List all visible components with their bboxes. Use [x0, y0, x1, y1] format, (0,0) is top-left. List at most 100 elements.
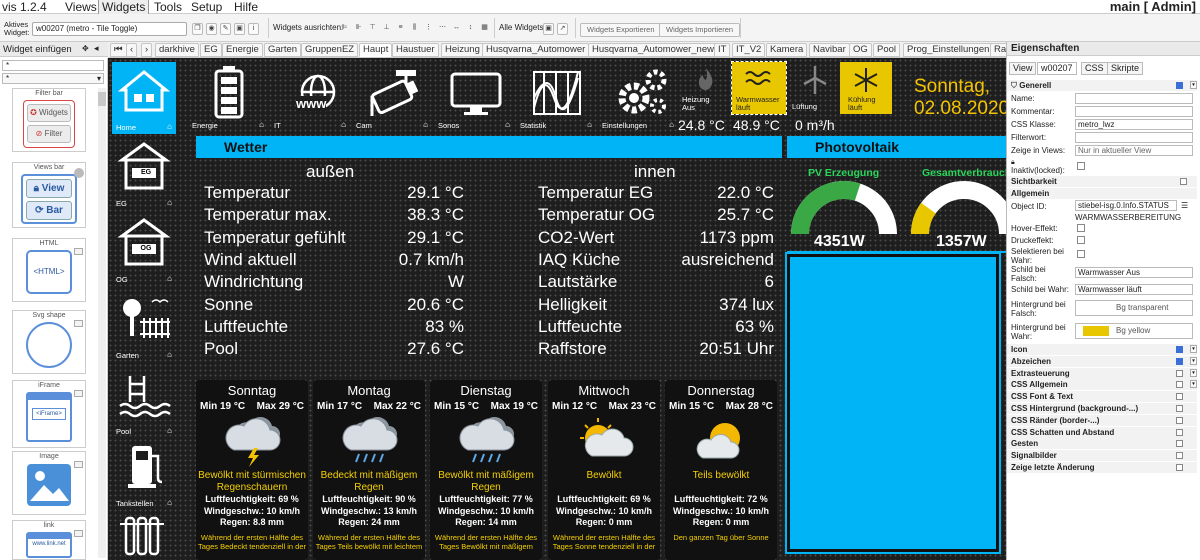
align-hcenter-icon[interactable]: ⫼: [409, 23, 420, 35]
section-generell[interactable]: ⛉ Generell ▾: [1007, 80, 1197, 91]
tab-it-v2[interactable]: IT_V2: [732, 43, 766, 57]
chevron-down-icon[interactable]: ▾: [1190, 345, 1197, 353]
lock-icon[interactable]: ▣: [234, 23, 245, 35]
section-checkbox[interactable]: [1176, 393, 1183, 401]
nav-pool[interactable]: Pool ⌂: [112, 366, 176, 438]
tab-husqvarna-automower-new[interactable]: Husqvarna_Automower_new: [588, 43, 718, 57]
tabs-first-icon[interactable]: ⏮: [110, 43, 127, 57]
tab-navibar[interactable]: Navibar: [809, 43, 850, 57]
palette-item-views-bar[interactable]: Views bar 🔒︎ View ⟳ Bar: [12, 162, 86, 228]
tab-og[interactable]: OG: [849, 43, 872, 57]
pin-icon[interactable]: ✥: [82, 44, 89, 53]
prop-section[interactable]: Signalbilder: [1007, 450, 1197, 462]
section-checkbox[interactable]: [1176, 416, 1183, 424]
align-bottom-icon[interactable]: ⊥: [381, 23, 392, 35]
menu-hilfe[interactable]: Hilfe: [231, 0, 261, 14]
tab-darkhive[interactable]: darkhive: [155, 43, 199, 57]
prop-tab-css[interactable]: CSS: [1081, 62, 1108, 75]
lock-all-icon[interactable]: ▣: [543, 23, 554, 35]
section-allgemein[interactable]: Allgemein: [1007, 188, 1197, 199]
schild-wahr-input[interactable]: Warmwasser läuft: [1075, 284, 1193, 295]
section-checkbox[interactable]: [1176, 440, 1183, 448]
tabs-next-icon[interactable]: ›: [141, 43, 153, 57]
druck-checkbox[interactable]: [1077, 236, 1085, 244]
prop-section[interactable]: Zeige letzte Änderung: [1007, 462, 1197, 473]
nav-tankstellen[interactable]: Tankstellen ⌂: [112, 438, 176, 510]
nav-heating[interactable]: [112, 506, 176, 560]
unlock-all-icon[interactable]: ↗: [557, 23, 568, 35]
palette-scrollbar[interactable]: [98, 88, 106, 558]
tile-warmwasser[interactable]: Warmwasser läuft: [731, 61, 787, 115]
menu-widgets[interactable]: Widgets: [98, 0, 150, 15]
active-widget-select[interactable]: w00207 (metro - Tile Toggle): [32, 22, 187, 36]
section-checkbox[interactable]: [1176, 428, 1183, 436]
prop-section[interactable]: CSS Schatten und Abstand: [1007, 426, 1197, 438]
comment-input[interactable]: [1075, 106, 1193, 117]
tile-it[interactable]: www IT ⌂: [270, 62, 350, 132]
nav-home[interactable]: Home ⌂: [112, 62, 176, 134]
palette-search-input[interactable]: *: [2, 60, 104, 71]
tab-eg[interactable]: EG: [200, 43, 222, 57]
section-checkbox[interactable]: [1176, 452, 1183, 460]
distribute-h-icon[interactable]: ⋮: [423, 23, 434, 35]
tab-prog-einstellungen[interactable]: Prog_Einstellungen: [903, 43, 994, 57]
tile-statistik[interactable]: Statistik ⌂: [516, 62, 596, 132]
tile-heizung[interactable]: Heizung Aus: [680, 62, 732, 114]
grid-icon[interactable]: ▦: [479, 23, 490, 35]
section-checkbox[interactable]: [1176, 381, 1183, 389]
blue-panel[interactable]: [785, 252, 1001, 554]
tab-garten[interactable]: Garten: [264, 43, 302, 57]
align-top-icon[interactable]: ⊤: [367, 23, 378, 35]
palette-item-iframe[interactable]: iFrame <iFrame>: [12, 380, 86, 448]
schild-falsch-input[interactable]: Warmwasser Aus: [1075, 267, 1193, 278]
same-width-icon[interactable]: ↔: [451, 23, 462, 35]
prop-section[interactable]: CSS Hintergrund (background-...): [1007, 403, 1197, 414]
palette-item-filter-bar[interactable]: Filter bar ✪ Widgets ⊘ Filter: [12, 88, 86, 152]
tab-husqvarna-automower[interactable]: Husqvarna_Automower: [482, 43, 590, 57]
tab-heizung[interactable]: Heizung: [441, 43, 484, 57]
prop-section[interactable]: Abzeichen ▾: [1007, 355, 1197, 367]
prop-section[interactable]: Icon ▾: [1007, 344, 1197, 355]
tab-pool[interactable]: Pool: [873, 43, 901, 57]
same-height-icon[interactable]: ↕: [465, 23, 476, 35]
prop-tab-widget[interactable]: w00207: [1037, 62, 1077, 75]
align-vcenter-icon[interactable]: ≡: [395, 23, 406, 35]
palette-item-image[interactable]: Image: [12, 451, 86, 515]
section-checkbox[interactable]: [1176, 464, 1183, 471]
eye-icon[interactable]: ◉: [206, 23, 217, 35]
section-checkbox[interactable]: [1176, 405, 1183, 412]
collapse-icon[interactable]: ◂: [94, 43, 99, 54]
prop-section[interactable]: CSS Ränder (border-...): [1007, 414, 1197, 426]
import-widgets-button[interactable]: Widgets Importieren: [659, 23, 741, 37]
menu-setup[interactable]: Setup: [188, 0, 225, 14]
chevron-down-icon[interactable]: ▾: [1190, 356, 1197, 365]
palette-item-svg-shape[interactable]: Svg shape: [12, 310, 86, 374]
menu-views[interactable]: Views: [62, 0, 100, 14]
section-checkbox[interactable]: [1176, 357, 1183, 365]
filter-input[interactable]: [1075, 132, 1193, 143]
prop-section[interactable]: CSS Font & Text: [1007, 391, 1197, 403]
prop-tab-skripte[interactable]: Skripte: [1107, 62, 1144, 75]
cssclass-input[interactable]: metro_lwz: [1075, 119, 1193, 130]
menu-tools[interactable]: Tools: [151, 0, 185, 14]
palette-item-html[interactable]: HTML <HTML>: [12, 238, 86, 302]
edit-icon[interactable]: ✎: [220, 23, 231, 35]
tab-kamera[interactable]: Kamera: [766, 43, 808, 57]
tile-einstellungen[interactable]: Einstellungen ⌂: [598, 62, 678, 132]
section-checkbox[interactable]: [1176, 369, 1183, 377]
section-checkbox[interactable]: [1176, 346, 1183, 353]
tabs-prev-icon[interactable]: ‹: [126, 43, 138, 57]
tile-cam[interactable]: Cam ⌂: [352, 62, 432, 132]
list-icon[interactable]: ☰: [1181, 201, 1188, 210]
tab-it[interactable]: IT: [714, 43, 731, 57]
tab-gruppenez[interactable]: GruppenEZ: [301, 43, 359, 57]
chevron-down-icon[interactable]: ▾: [1190, 380, 1197, 389]
palette-filter-select[interactable]: * ▾: [2, 73, 104, 84]
bg-falsch-select[interactable]: Bg transparent: [1075, 300, 1193, 316]
views-select[interactable]: Nur in aktueller View: [1075, 145, 1193, 156]
tab-haustuer[interactable]: Haustuer: [392, 43, 439, 57]
tile-sonos[interactable]: Sonos ⌂: [434, 62, 514, 132]
align-left-icon[interactable]: ⊫: [339, 23, 350, 35]
prop-section[interactable]: CSS Allgemein ▾: [1007, 379, 1197, 391]
hover-checkbox[interactable]: [1077, 224, 1085, 232]
